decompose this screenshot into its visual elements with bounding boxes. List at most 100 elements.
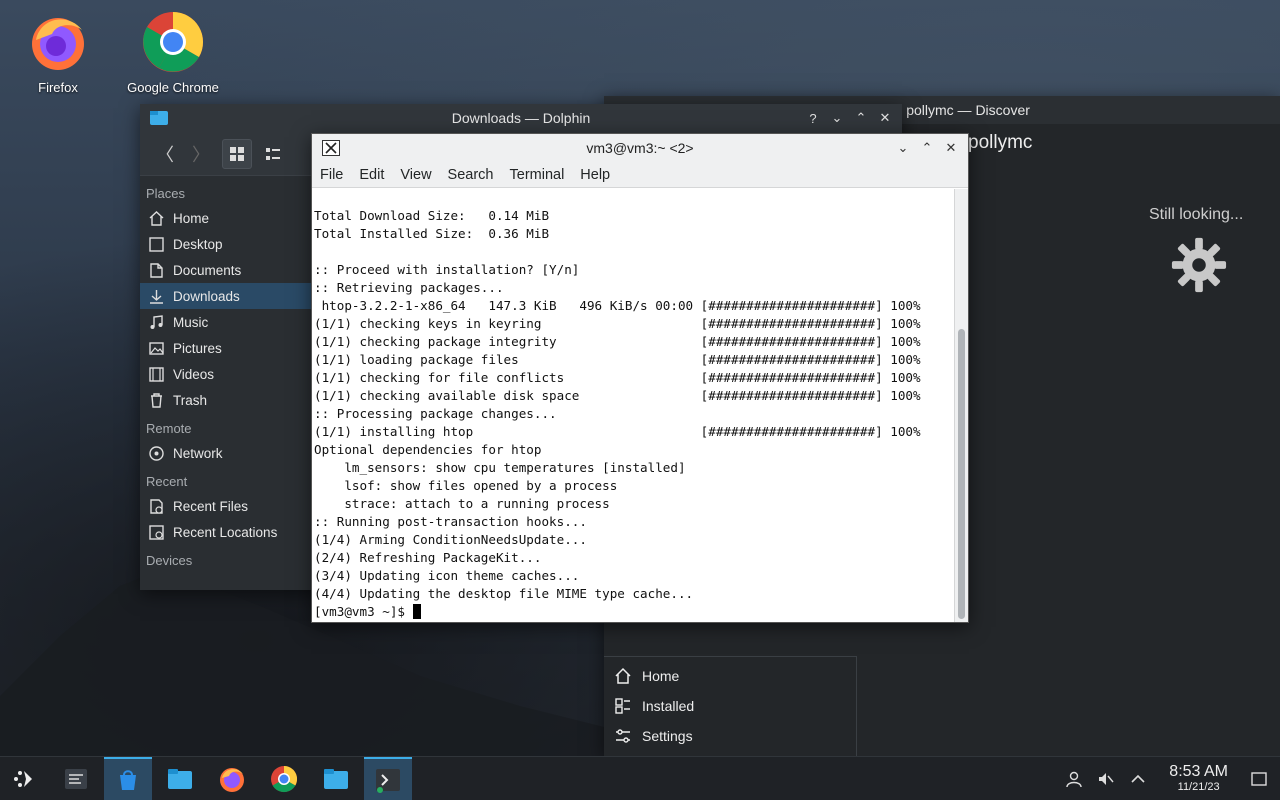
remote-heading: Remote: [146, 421, 192, 436]
place-recent-locations[interactable]: Recent Locations: [140, 519, 312, 545]
terminal-line: (1/1) checking available disk space [###…: [314, 388, 921, 403]
discover-nav-label: Settings: [642, 728, 693, 744]
trash-icon: [151, 392, 162, 408]
terminal-line: (3/4) Updating icon theme caches...: [314, 568, 580, 583]
videos-icon: [149, 366, 164, 382]
xterm-icon: [322, 140, 340, 156]
discover-nav-installed[interactable]: Installed: [604, 691, 856, 721]
desktop-firefox[interactable]: Firefox: [3, 10, 113, 95]
devices-heading: Devices: [146, 553, 193, 568]
place-network[interactable]: Network: [140, 440, 312, 466]
place-label: Pictures: [173, 340, 222, 356]
terminal-line: :: Proceed with installation? [Y/n]: [314, 262, 580, 277]
user-icon[interactable]: [1065, 770, 1083, 788]
help-button[interactable]: ?: [806, 111, 820, 126]
window-title: vm3@vm3:~ <2>: [586, 140, 694, 156]
pager-button[interactable]: [52, 757, 100, 800]
terminal-window: vm3@vm3:~ <2> ⌄ ⌃ ✕ File Edit View Searc…: [311, 133, 969, 623]
terminal-prompt-line[interactable]: [vm3@vm3 ~]$: [314, 603, 954, 621]
terminal-scrollbar[interactable]: [954, 189, 968, 622]
terminal-titlebar[interactable]: vm3@vm3:~ <2> ⌄ ⌃ ✕: [312, 134, 968, 162]
menu-terminal[interactable]: Terminal: [502, 167, 573, 183]
home-icon: [149, 210, 164, 226]
desktop-chrome[interactable]: Google Chrome: [118, 10, 228, 95]
terminal-line: Total Download Size: 0.14 MiB: [314, 208, 550, 223]
minimize-button[interactable]: ⌄: [896, 140, 910, 155]
discover-status: Still looking...: [1149, 206, 1244, 223]
network-icon: [149, 445, 164, 461]
settings-icon: [616, 729, 630, 743]
clock[interactable]: 8:53 AM 11/21/23: [1161, 764, 1236, 793]
dolphin-icon: [168, 768, 192, 789]
dolphin-icon: [324, 768, 348, 789]
terminal-line: (1/1) checking keys in keyring [########…: [314, 316, 921, 331]
installed-icon: [615, 698, 630, 714]
dolphin-titlebar[interactable]: Downloads — Dolphin ? ⌄ ⌃ ✕: [140, 104, 902, 132]
place-label: Recent Locations: [173, 524, 278, 540]
place-recent-files[interactable]: Recent Files: [140, 493, 312, 519]
task-dolphin-2[interactable]: [312, 757, 360, 800]
minimize-button[interactable]: ⌄: [830, 110, 844, 125]
place-music[interactable]: Music: [140, 309, 312, 335]
menu-help[interactable]: Help: [572, 167, 618, 183]
task-firefox[interactable]: [208, 757, 256, 800]
taskbar: 8:53 AM 11/21/23: [0, 756, 1280, 800]
firefox-icon: [220, 767, 244, 792]
menu-view[interactable]: View: [392, 167, 439, 183]
discover-search-text[interactable]: pollymc: [968, 132, 1032, 154]
text-cursor: [412, 604, 421, 619]
discover-nav-settings[interactable]: Settings: [604, 721, 856, 751]
task-dolphin[interactable]: [156, 757, 204, 800]
terminal-line: (1/1) loading package files [###########…: [314, 352, 921, 367]
place-label: Videos: [173, 366, 215, 382]
icons-view-button[interactable]: [222, 138, 252, 169]
terminal-line: (1/4) Arming ConditionNeedsUpdate...: [314, 532, 587, 547]
terminal-line: lsof: show files opened by a process: [314, 478, 618, 493]
forward-button[interactable]: 〉: [186, 139, 216, 169]
place-home[interactable]: Home: [140, 205, 312, 231]
place-pictures[interactable]: Pictures: [140, 335, 312, 361]
place-desktop[interactable]: Desktop: [140, 231, 312, 257]
clock-time: 8:53 AM: [1169, 763, 1228, 780]
dolphin-app-icon: [150, 111, 168, 125]
maximize-button[interactable]: ⌃: [920, 140, 934, 155]
close-button[interactable]: ✕: [944, 140, 958, 155]
places-panel: Places Home Desktop Documents Downloads …: [140, 178, 312, 590]
place-videos[interactable]: Videos: [140, 361, 312, 387]
app-launcher-button[interactable]: [0, 757, 48, 800]
place-label: Recent Files: [173, 498, 249, 514]
place-label: Network: [173, 445, 223, 461]
system-tray: 8:53 AM 11/21/23: [1065, 764, 1280, 793]
recent-files-icon: [150, 498, 163, 514]
terminal-menubar: File Edit View Search Terminal Help: [312, 162, 968, 188]
show-desktop-icon[interactable]: [1250, 770, 1268, 788]
recent-locations-icon: [149, 524, 164, 540]
close-button[interactable]: ✕: [878, 110, 892, 125]
terminal-line: lm_sensors: show cpu temperatures [insta…: [314, 460, 686, 475]
menu-edit[interactable]: Edit: [351, 167, 392, 183]
volume-muted-icon[interactable]: [1097, 770, 1115, 788]
chrome-icon: [143, 11, 204, 72]
chevron-up-icon[interactable]: [1129, 770, 1147, 788]
places-heading: Places: [146, 186, 186, 201]
back-button[interactable]: 〈: [150, 139, 180, 169]
task-konsole[interactable]: [364, 756, 412, 800]
discover-sidebar: Home Installed Settings: [604, 656, 857, 756]
place-label: Documents: [173, 262, 242, 278]
task-chrome[interactable]: [260, 757, 308, 800]
scrollbar-thumb[interactable]: [958, 329, 965, 619]
place-label: Trash: [173, 392, 208, 408]
menu-file[interactable]: File: [312, 167, 351, 183]
place-documents[interactable]: Documents: [140, 257, 312, 283]
terminal-line: htop-3.2.2-1-x86_64 147.3 KiB 496 KiB/s …: [314, 298, 921, 313]
menu-search[interactable]: Search: [440, 167, 502, 183]
place-trash[interactable]: Trash: [140, 387, 312, 413]
discover-nav-home[interactable]: Home: [604, 661, 856, 691]
terminal-output[interactable]: Total Download Size: 0.14 MiB Total Insta…: [312, 189, 954, 622]
maximize-button[interactable]: ⌃: [854, 110, 868, 125]
terminal-line: :: Retrieving packages...: [314, 280, 504, 295]
place-downloads[interactable]: Downloads: [140, 283, 312, 309]
task-discover[interactable]: [104, 756, 152, 800]
compact-view-button[interactable]: [258, 139, 288, 169]
